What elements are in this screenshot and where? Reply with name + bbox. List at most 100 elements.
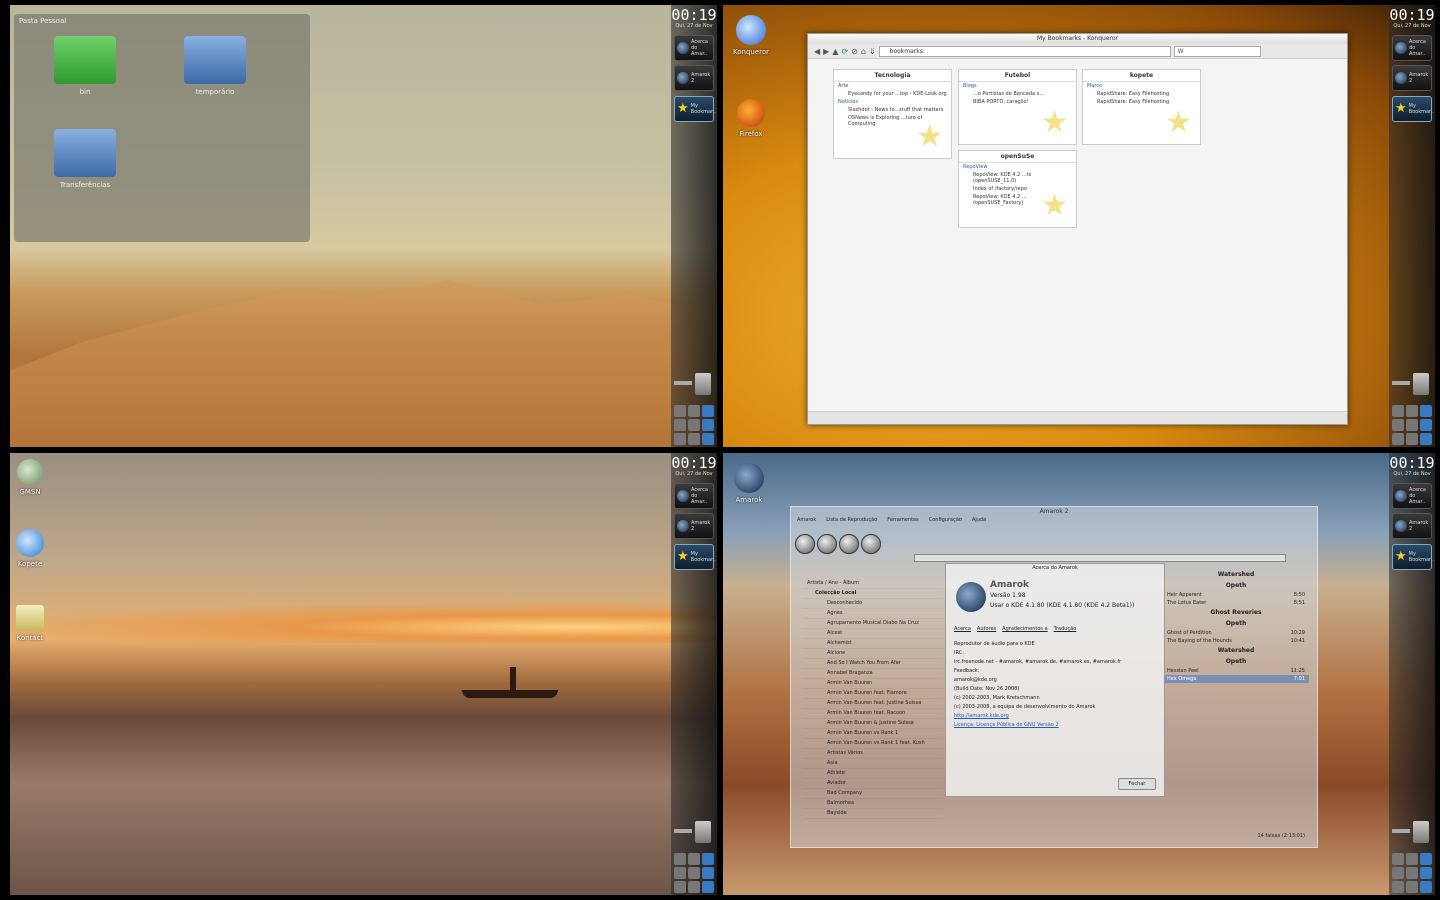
- workspace-1[interactable]: Pasta Pessoal bin temporário Transferênc…: [10, 5, 717, 447]
- artist-item[interactable]: Athlete: [803, 769, 943, 779]
- artist-item[interactable]: Aviador: [803, 779, 943, 789]
- tab-thanks[interactable]: Agradecimentos a: [1002, 626, 1048, 632]
- bookmark-folder[interactable]: Arte: [834, 82, 951, 90]
- artist-item[interactable]: Asia: [803, 759, 943, 769]
- next-button[interactable]: [861, 534, 881, 554]
- playlist-track[interactable]: The Baying of the Hounds 10:41: [1163, 637, 1309, 645]
- task-bookmarks[interactable]: ★ My Bookmar..: [1392, 544, 1434, 570]
- menu-tools[interactable]: Ferramentas: [887, 517, 919, 526]
- trash-icon[interactable]: [695, 821, 711, 843]
- up-icon[interactable]: ▲: [832, 47, 838, 56]
- workspace-4[interactable]: Amarok Amarok 2 Amarok Lista de Reproduç…: [723, 453, 1435, 895]
- stop-button[interactable]: [839, 534, 859, 554]
- trash-icon[interactable]: [1413, 373, 1429, 395]
- playlist-track[interactable]: Ghost of Perdition 10:29: [1163, 629, 1309, 637]
- forward-icon[interactable]: ▶: [823, 47, 829, 56]
- bookmark-link[interactable]: RapidShare: Easy Filehosting: [1083, 90, 1200, 98]
- back-icon[interactable]: ◀: [814, 47, 820, 56]
- playlist-track[interactable]: Heir Apparent 8:50: [1163, 591, 1309, 599]
- playlist-track[interactable]: The Lotus Eater 8:51: [1163, 599, 1309, 607]
- bookmark-link[interactable]: ...o Portistas de Bancada s...: [959, 90, 1076, 98]
- task-about-amarok[interactable]: Acerca do Amar..: [674, 483, 714, 509]
- artist-item[interactable]: Bayside: [803, 809, 943, 819]
- menu-playlist[interactable]: Lista de Reprodução: [826, 517, 877, 526]
- sort-selector[interactable]: Artista / Ano - Álbum: [803, 579, 943, 589]
- task-amarok[interactable]: Amarok 2: [674, 513, 714, 539]
- playlist[interactable]: Watershed Opeth Heir Apparent 8:50 The Lo…: [1163, 569, 1309, 839]
- desktop-icon-firefox[interactable]: Firefox: [733, 99, 769, 138]
- trash-icon[interactable]: [695, 373, 711, 395]
- artist-item[interactable]: Alcest: [803, 629, 943, 639]
- task-bookmarks[interactable]: ★ My Bookmar..: [1392, 96, 1434, 122]
- konqueror-window[interactable]: My Bookmarks - Konqueror ◀ ▶ ▲ ⟳ ⊘ ⌂ ⇓ b…: [807, 33, 1348, 425]
- collection-browser[interactable]: Artista / Ano - Álbum Colecção Local Des…: [803, 579, 943, 839]
- artist-item[interactable]: Balmorhea: [803, 799, 943, 809]
- artist-item[interactable]: Bad Company: [803, 789, 943, 799]
- download-icon[interactable]: ⇓: [869, 47, 876, 56]
- bookmark-folder[interactable]: Marco: [1083, 82, 1200, 90]
- artist-item[interactable]: Armin Van Buuren feat. Racoon: [803, 709, 943, 719]
- bookmark-folder[interactable]: Notícias: [834, 98, 951, 106]
- task-amarok[interactable]: Amarok 2: [1392, 513, 1432, 539]
- task-bookmarks[interactable]: ★ My Bookmar..: [674, 544, 716, 570]
- homepage-link[interactable]: http://amarok.kde.org: [954, 712, 1154, 721]
- task-about-amarok[interactable]: Acerca do Amar..: [1392, 483, 1432, 509]
- menu-help[interactable]: Ajuda: [972, 517, 986, 526]
- artist-item[interactable]: Desconhecido: [803, 599, 943, 609]
- reload-icon[interactable]: ⟳: [841, 47, 848, 56]
- progress-bar[interactable]: [914, 554, 1286, 562]
- artist-item[interactable]: Alcione: [803, 649, 943, 659]
- system-tray[interactable]: [1392, 853, 1432, 893]
- bookmark-link[interactable]: RepoView: KDE 4.2 ...ts (openSUSE_11.0): [959, 171, 1076, 185]
- desktop-icon-kontact[interactable]: Kontact: [12, 605, 48, 642]
- tab-translation[interactable]: Tradução: [1054, 626, 1077, 632]
- folder-temporario[interactable]: temporário: [184, 36, 246, 96]
- playlist-track[interactable]: Hessian Peel 11:25: [1163, 667, 1309, 675]
- trash-icon[interactable]: [1413, 821, 1429, 843]
- clock[interactable]: 00:19: [1389, 454, 1435, 472]
- artist-item[interactable]: Alchemist: [803, 639, 943, 649]
- folder-bin[interactable]: bin: [54, 36, 116, 96]
- desktop-icon-gmsn[interactable]: GMSN: [12, 459, 48, 496]
- task-about-amarok[interactable]: Acerca do Amar..: [674, 35, 714, 61]
- home-icon[interactable]: ⌂: [861, 47, 866, 56]
- close-button[interactable]: Fechar: [1118, 778, 1156, 790]
- play-button[interactable]: [817, 534, 837, 554]
- system-tray[interactable]: [674, 405, 714, 445]
- artist-item[interactable]: Artistas Vários: [803, 749, 943, 759]
- task-amarok[interactable]: Amarok 2: [674, 65, 714, 91]
- menu-amarok[interactable]: Amarok: [797, 517, 816, 526]
- artist-item[interactable]: Armin Van Buuren vs Rank 1 feat. Kush: [803, 739, 943, 749]
- system-tray[interactable]: [1392, 405, 1432, 445]
- bookmark-link[interactable]: Eyecandy for your ...top - KDE-Look.org: [834, 90, 951, 98]
- playlist-track-selected[interactable]: Hex Omega 7:01: [1163, 675, 1309, 683]
- clock[interactable]: 00:19: [1389, 6, 1435, 24]
- about-dialog[interactable]: Acerca do Amarok Amarok Versão 1.98 Usar…: [945, 563, 1165, 797]
- collection-root[interactable]: Colecção Local: [803, 589, 943, 599]
- amarok-window[interactable]: Amarok 2 Amarok Lista de Reprodução Ferr…: [790, 506, 1318, 848]
- artist-item[interactable]: Armin Van Buuren feat. Justine Suissa: [803, 699, 943, 709]
- stop-icon[interactable]: ⊘: [851, 47, 858, 56]
- artist-item[interactable]: Agrupamento Musical Diabo Na Cruz: [803, 619, 943, 629]
- bookmark-link[interactable]: Slashdot - News fo...stuff that matters: [834, 106, 951, 114]
- artist-item[interactable]: Agnes: [803, 609, 943, 619]
- task-amarok[interactable]: Amarok 2: [1392, 65, 1432, 91]
- tab-authors[interactable]: Autores: [977, 626, 996, 632]
- previous-button[interactable]: [795, 534, 815, 554]
- license-link[interactable]: Licença: Licença Pública do GNU Versão 2: [954, 721, 1154, 730]
- artist-item[interactable]: Annabel Braganza: [803, 669, 943, 679]
- artist-item[interactable]: Armin Van Buuren: [803, 679, 943, 689]
- desktop-icon-amarok[interactable]: Amarok: [731, 463, 767, 504]
- menu-settings[interactable]: Configuração: [929, 517, 962, 526]
- bookmark-folder[interactable]: RepoView: [959, 163, 1076, 171]
- workspace-2[interactable]: Konqueror Firefox My Bookmarks - Konquer…: [723, 5, 1435, 447]
- artist-item[interactable]: And So I Watch You From Afar: [803, 659, 943, 669]
- desktop-icon-kopete[interactable]: Kopete: [12, 529, 48, 568]
- search-field[interactable]: W: [1173, 45, 1261, 57]
- clock[interactable]: 00:19: [671, 6, 717, 24]
- system-tray[interactable]: [674, 853, 714, 893]
- workspace-3[interactable]: GMSN Kopete Kontact 00:19 Qui, 27 de Nov…: [10, 453, 717, 895]
- clock[interactable]: 00:19: [671, 454, 717, 472]
- bookmark-folder[interactable]: Blogs: [959, 82, 1076, 90]
- artist-item[interactable]: Armin Van Buuren & Justine Suissa: [803, 719, 943, 729]
